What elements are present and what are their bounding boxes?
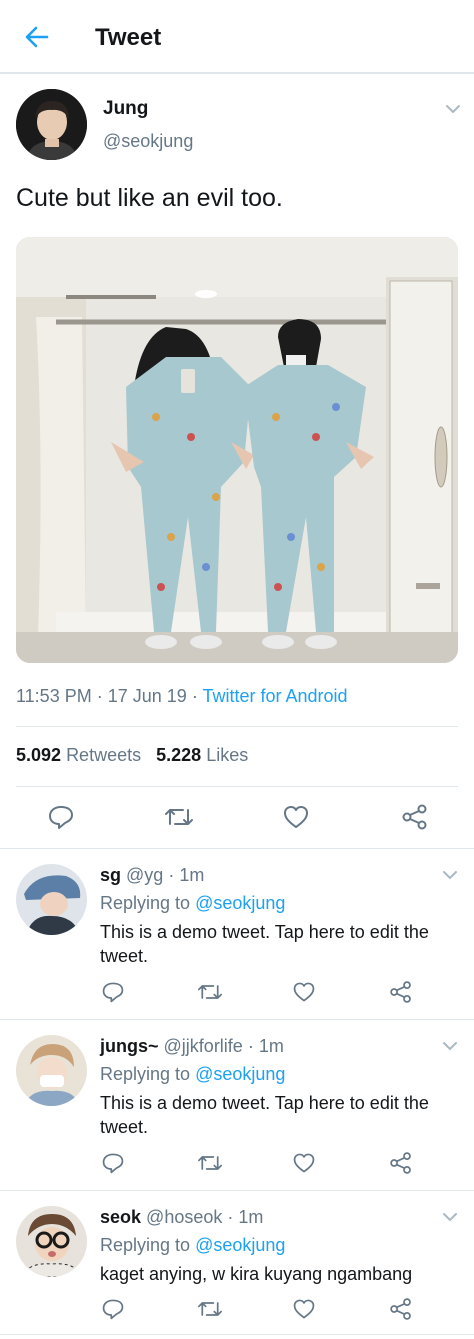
- retweet-icon[interactable]: [196, 1297, 224, 1321]
- tweet-photo[interactable]: [16, 237, 458, 663]
- chevron-down-icon[interactable]: [442, 870, 458, 880]
- page-title: Tweet: [95, 24, 162, 51]
- reply-avatar[interactable]: [16, 1206, 87, 1277]
- reply-handle[interactable]: @yg: [126, 865, 163, 885]
- reply-text[interactable]: This is a demo tweet. Tap here to edit t…: [100, 920, 464, 968]
- reply-handle[interactable]: @jjkforlife: [164, 1036, 243, 1056]
- divider: [0, 848, 474, 849]
- like-icon[interactable]: [292, 1297, 316, 1321]
- replying-prefix: Replying to: [100, 893, 191, 913]
- tweet-time: 11:53 PM: [16, 686, 92, 706]
- divider: [0, 1334, 474, 1335]
- replying-prefix: Replying to: [100, 1064, 191, 1084]
- divider: [0, 1019, 474, 1020]
- tweet-source-link[interactable]: Twitter for Android: [203, 686, 348, 706]
- retweets-count: 5.092: [16, 745, 62, 765]
- author-name[interactable]: Jung: [103, 98, 148, 120]
- reply-dot: ·: [227, 1207, 234, 1227]
- reply-icon[interactable]: [101, 980, 125, 1004]
- top-bar: Tweet: [0, 0, 474, 74]
- reply-time: 1m: [179, 865, 205, 885]
- tweet-stats: 5.092 Retweets 5.228 Likes: [16, 745, 248, 766]
- replying-to: Replying to @seokjung: [100, 1064, 285, 1085]
- like-icon[interactable]: [292, 980, 316, 1004]
- reply-time: 1m: [258, 1036, 284, 1056]
- reply-author: jungs~ @jjkforlife · 1m: [100, 1036, 284, 1057]
- replying-to-handle[interactable]: @seokjung: [195, 893, 285, 913]
- divider: [16, 726, 458, 727]
- chevron-down-icon[interactable]: [442, 1212, 458, 1222]
- retweet-icon[interactable]: [163, 803, 195, 831]
- reply-text[interactable]: kaget anying, w kira kuyang ngambang: [100, 1262, 464, 1286]
- retweet-icon[interactable]: [196, 1151, 224, 1175]
- replying-prefix: Replying to: [100, 1235, 191, 1255]
- tweet-meta: 11:53 PM · 17 Jun 19 · Twitter for Andro…: [16, 686, 348, 707]
- likes-stat[interactable]: 5.228 Likes: [156, 745, 248, 765]
- chevron-down-icon[interactable]: [445, 104, 461, 114]
- reply-name[interactable]: sg: [100, 865, 121, 885]
- share-icon[interactable]: [389, 1151, 413, 1175]
- author-avatar[interactable]: [16, 89, 87, 160]
- retweets-stat[interactable]: 5.092 Retweets: [16, 745, 141, 765]
- chevron-down-icon[interactable]: [442, 1041, 458, 1051]
- reply-icon[interactable]: [47, 803, 75, 831]
- author-handle[interactable]: @seokjung: [103, 131, 193, 152]
- share-icon[interactable]: [389, 1297, 413, 1321]
- replying-to-handle[interactable]: @seokjung: [195, 1064, 285, 1084]
- likes-label: Likes: [206, 745, 249, 765]
- retweet-icon[interactable]: [196, 980, 224, 1004]
- reply-name[interactable]: seok: [100, 1207, 141, 1227]
- reply-dot: ·: [247, 1036, 254, 1056]
- tweet-text: Cute but like an evil too.: [16, 184, 283, 212]
- reply-icon[interactable]: [101, 1151, 125, 1175]
- reply-dot: ·: [168, 865, 175, 885]
- likes-count: 5.228: [156, 745, 202, 765]
- meta-separator: ·: [191, 686, 203, 706]
- reply-handle[interactable]: @hoseok: [146, 1207, 222, 1227]
- reply-icon[interactable]: [101, 1297, 125, 1321]
- reply-avatar[interactable]: [16, 864, 87, 935]
- back-arrow-icon[interactable]: [22, 22, 52, 52]
- share-icon[interactable]: [389, 980, 413, 1004]
- tweet-date: 17 Jun 19: [107, 686, 187, 706]
- reply-time: 1m: [238, 1207, 264, 1227]
- divider: [0, 1190, 474, 1191]
- divider: [16, 786, 458, 787]
- reply-author: sg @yg · 1m: [100, 865, 204, 886]
- reply-author: seok @hoseok · 1m: [100, 1207, 263, 1228]
- replying-to: Replying to @seokjung: [100, 1235, 285, 1256]
- share-icon[interactable]: [401, 803, 429, 831]
- reply-avatar[interactable]: [16, 1035, 87, 1106]
- reply-name[interactable]: jungs~: [100, 1036, 159, 1056]
- replying-to-handle[interactable]: @seokjung: [195, 1235, 285, 1255]
- like-icon[interactable]: [292, 1151, 316, 1175]
- reply-text[interactable]: This is a demo tweet. Tap here to edit t…: [100, 1091, 464, 1139]
- like-icon[interactable]: [282, 803, 310, 831]
- retweets-label: Retweets: [66, 745, 142, 765]
- meta-separator: ·: [96, 686, 108, 706]
- replying-to: Replying to @seokjung: [100, 893, 285, 914]
